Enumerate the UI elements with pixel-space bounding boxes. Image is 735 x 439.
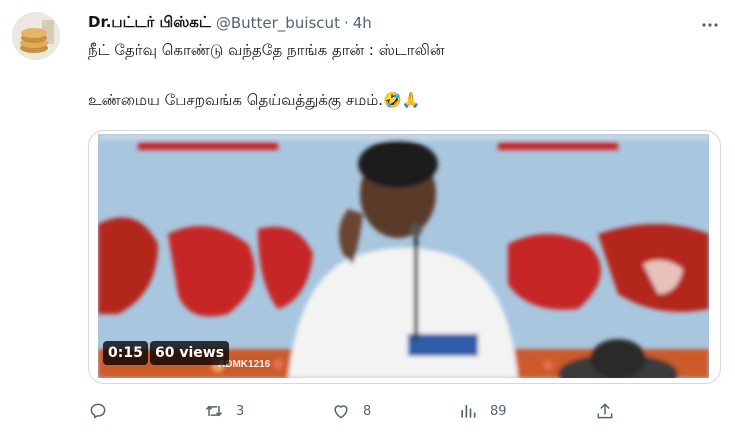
- avatar[interactable]: [12, 12, 60, 60]
- views-button[interactable]: 89: [458, 399, 507, 423]
- tweet-header: Dr.பட்டர் பிஸ்கட் @Butter_buiscut · 4h: [88, 12, 372, 34]
- emoji-laughing-praying: 🤣🙏: [383, 91, 421, 109]
- more-button[interactable]: [697, 12, 723, 38]
- share-icon: [597, 403, 613, 419]
- video-views-badge: 60 views: [150, 341, 230, 365]
- share-button[interactable]: [595, 399, 615, 423]
- video-duration-badge: 0:15: [103, 341, 148, 365]
- display-name[interactable]: Dr.பட்டர் பிஸ்கட்: [88, 13, 211, 33]
- retweet-count: 3: [236, 403, 245, 419]
- user-handle[interactable]: @Butter_buiscut: [216, 14, 340, 32]
- tweet-actions: 3 8 89: [88, 399, 719, 423]
- tweet-text-line-1: நீட் தேர்வு கொண்டு வந்ததே நாங்க தான் : ஸ…: [88, 41, 445, 59]
- like-count: 8: [363, 403, 372, 419]
- like-icon: [334, 405, 348, 419]
- timestamp[interactable]: 4h: [353, 14, 372, 32]
- tweet-text-line-2: உண்மைய பேசறவங்க தெய்வத்துக்கு சமம்.🤣🙏: [88, 90, 420, 110]
- views-icon: [461, 405, 476, 418]
- more-icon: [702, 23, 718, 27]
- reply-button[interactable]: [88, 399, 120, 423]
- tweet-text-line-2-text: உண்மைய பேசறவங்க தெய்வத்துக்கு சமம்.: [88, 91, 384, 109]
- like-button[interactable]: 8: [331, 399, 371, 423]
- reply-icon: [90, 403, 106, 419]
- avatar-image: [12, 12, 60, 60]
- retweet-icon: [205, 405, 223, 417]
- views-count: 89: [490, 403, 507, 419]
- separator-dot: ·: [343, 14, 349, 32]
- retweet-button[interactable]: 3: [204, 399, 244, 423]
